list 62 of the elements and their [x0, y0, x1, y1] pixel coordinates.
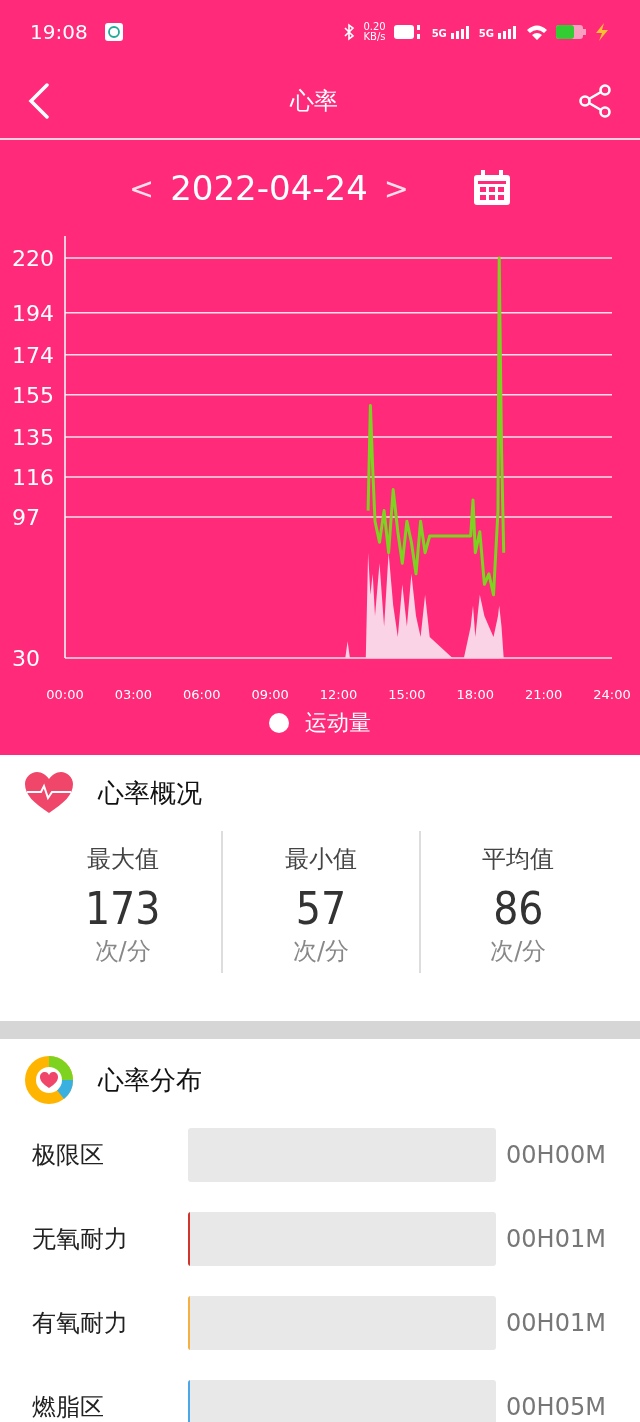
next-date-button[interactable]: >	[383, 165, 409, 211]
stat-unit: 次/分	[291, 936, 351, 968]
charging-icon	[594, 23, 610, 41]
y-tick-label: 155	[12, 382, 54, 408]
stat-unit: 次/分	[93, 936, 152, 968]
section-title: 心率分布	[98, 1063, 202, 1097]
y-tick-label: 194	[12, 300, 54, 326]
network-speed: 0.20	[363, 22, 386, 32]
x-tick-label: 06:00	[183, 687, 221, 702]
signal-icon	[498, 25, 518, 39]
x-tick-label: 12:00	[319, 687, 358, 702]
network-label: 5G	[478, 29, 494, 39]
x-tick-label: 15:00	[388, 687, 426, 702]
y-tick-label: 97	[12, 504, 40, 530]
zone-label: 极限区	[32, 1140, 105, 1172]
network-label: 5G	[431, 29, 447, 39]
zone-duration: 00H05M	[505, 1392, 607, 1422]
x-tick-label: 21:00	[524, 687, 563, 702]
x-tick-label: 09:00	[251, 687, 289, 702]
share-button[interactable]	[578, 84, 612, 118]
battery-icon	[556, 24, 586, 40]
zone-label: 有氧耐力	[32, 1308, 129, 1340]
back-button[interactable]	[28, 83, 50, 119]
stat-unit: 次/分	[489, 936, 548, 968]
stat-label: 平均值	[481, 844, 556, 875]
prev-date-button[interactable]: <	[129, 165, 155, 211]
signal-icon	[450, 25, 471, 39]
date-label: 2022-04-24	[170, 166, 368, 210]
y-tick-label: 220	[12, 246, 54, 271]
status-time: 19:08	[30, 19, 88, 46]
x-tick-label: 24:00	[593, 687, 631, 702]
calendar-icon	[472, 170, 511, 206]
message-icon	[103, 22, 124, 42]
y-tick-label: 135	[12, 424, 54, 450]
zone-label: 燃脂区	[32, 1392, 105, 1422]
y-tick-label: 174	[12, 342, 54, 368]
page-title: 心率	[289, 86, 339, 117]
y-tick-label: 30	[12, 646, 40, 671]
calendar-button[interactable]	[472, 170, 511, 206]
legend-label: 运动量	[305, 709, 371, 737]
zone-duration: 00H00M	[505, 1140, 607, 1172]
x-tick-label: 00:00	[46, 687, 84, 702]
x-tick-label: 03:00	[114, 687, 153, 702]
wifi-icon	[526, 23, 548, 41]
y-tick-label: 116	[12, 464, 54, 490]
legend-dot	[269, 712, 289, 733]
section-title: 心率概况	[98, 776, 202, 810]
stat-value: 173	[83, 885, 162, 934]
heart-pulse-icon	[24, 771, 74, 815]
stat-label: 最小值	[284, 844, 358, 875]
zone-duration: 00H01M	[505, 1224, 607, 1256]
zone-duration: 00H01M	[505, 1308, 607, 1340]
zone-label: 无氧耐力	[32, 1224, 129, 1256]
stat-value: 57	[294, 885, 348, 934]
x-tick-label: 18:00	[456, 687, 494, 702]
share-icon	[578, 84, 612, 118]
stat-value: 86	[492, 885, 545, 934]
donut-chart-icon	[24, 1055, 74, 1106]
stat-label: 最大值	[85, 844, 160, 875]
bluetooth-icon	[343, 23, 356, 41]
back-icon	[28, 83, 50, 119]
speed-unit: KB/s	[363, 32, 386, 42]
